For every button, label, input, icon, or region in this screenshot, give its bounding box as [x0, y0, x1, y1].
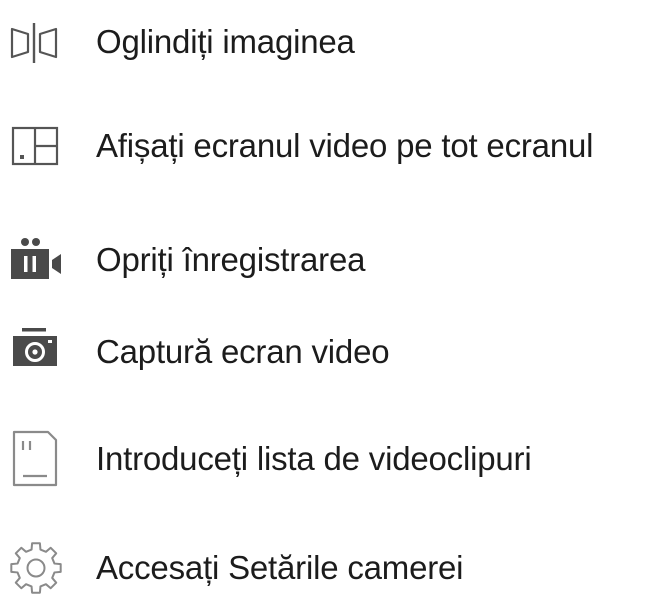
camera-options-menu: Oglindiți imaginea Afișați ecranul video… — [0, 0, 649, 606]
menu-item-stop-recording[interactable]: Opriți înregistrarea — [0, 224, 649, 296]
menu-item-label: Opriți înregistrarea — [96, 241, 366, 278]
gear-icon — [6, 532, 70, 604]
menu-item-label: Captură ecran video — [96, 333, 390, 370]
gear-outline — [10, 542, 62, 594]
menu-item-label: Introduceți lista de videoclipuri — [96, 440, 532, 477]
gear-hub — [26, 558, 46, 578]
menu-item-mirror-image[interactable]: Oglindiți imaginea — [0, 6, 649, 78]
stop-recording-icon — [6, 224, 70, 296]
menu-item-fullscreen[interactable]: Afișați ecranul video pe tot ecranul — [0, 110, 649, 182]
menu-item-label: Accesați Setările camerei — [96, 549, 464, 586]
menu-item-label: Afișați ecranul video pe tot ecranul — [96, 127, 594, 164]
menu-item-label: Oglindiți imaginea — [96, 23, 355, 60]
menu-item-video-screenshot[interactable]: Captură ecran video — [0, 316, 649, 388]
fullscreen-icon — [6, 110, 70, 182]
mirror-image-icon — [6, 6, 70, 78]
menu-item-camera-settings[interactable]: Accesați Setările camerei — [0, 532, 649, 604]
menu-item-video-list[interactable]: Introduceți lista de videoclipuri — [0, 423, 649, 495]
sd-card-icon — [6, 423, 70, 495]
camera-snapshot-icon — [6, 316, 70, 388]
